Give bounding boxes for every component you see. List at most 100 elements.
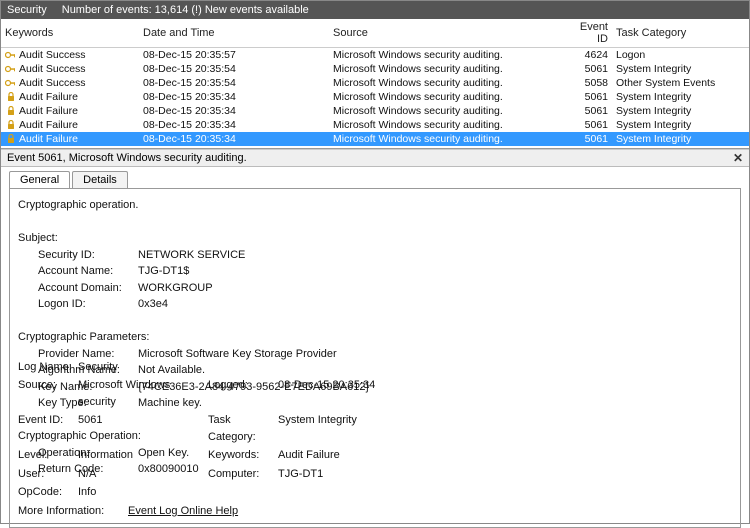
row-keywords: Audit Success — [19, 63, 86, 75]
row-keywords: Audit Success — [19, 49, 86, 61]
event-count: Number of events: 13,614 (!) New events … — [62, 4, 309, 16]
task-category-value: System Integrity — [278, 412, 398, 445]
account-domain-label: Account Domain: — [38, 280, 138, 297]
security-id-label: Security ID: — [38, 247, 138, 264]
row-source: Microsoft Windows security auditing. — [329, 76, 574, 90]
tab-general[interactable]: General — [9, 171, 70, 188]
detail-panel: Cryptographic operation. Subject: Securi… — [9, 188, 741, 528]
row-keywords: Audit Success — [19, 77, 86, 89]
row-source: Microsoft Windows security auditing. — [329, 62, 574, 76]
log-name: Security — [78, 359, 208, 376]
opcode-value: Info — [78, 484, 208, 501]
row-source: Microsoft Windows security auditing. — [329, 132, 574, 146]
user-label: User: — [18, 466, 78, 483]
log-title: Security — [7, 4, 47, 16]
row-keywords: Audit Failure — [19, 91, 78, 103]
log-name-label: Log Name: — [18, 359, 78, 376]
event-id-label: Event ID: — [18, 412, 78, 445]
event-properties: Log Name:Security Source:Microsoft Windo… — [18, 359, 732, 520]
source-value: Microsoft Windows security — [78, 377, 208, 410]
desc-title: Cryptographic operation. — [18, 197, 732, 214]
lock-icon — [5, 120, 17, 130]
table-row[interactable]: Audit Failure 08-Dec-15 20:35:34Microsoft… — [1, 104, 749, 118]
keywords-fld-value: Audit Failure — [278, 447, 398, 464]
table-row[interactable]: Audit Failure 08-Dec-15 20:35:34Microsoft… — [1, 118, 749, 132]
source-label: Source: — [18, 377, 78, 410]
column-headers[interactable]: Keywords Date and Time Source Event ID T… — [1, 19, 749, 48]
row-eventid: 5061 — [574, 104, 612, 118]
tab-details[interactable]: Details — [72, 171, 128, 188]
row-datetime: 08-Dec-15 20:35:54 — [139, 62, 329, 76]
opcode-label: OpCode: — [18, 484, 78, 501]
row-category: System Integrity — [612, 118, 749, 132]
table-row[interactable]: Audit Success 08-Dec-15 20:35:54Microsoft… — [1, 76, 749, 90]
row-eventid: 5061 — [574, 118, 612, 132]
user-value: N/A — [78, 466, 208, 483]
row-category: System Integrity — [612, 132, 749, 146]
table-row[interactable]: Audit Failure 08-Dec-15 20:35:34Microsoft… — [1, 90, 749, 104]
account-name: TJG-DT1$ — [138, 263, 189, 280]
logged-label: Logged: — [208, 377, 278, 410]
lock-icon — [5, 106, 17, 116]
col-eventid[interactable]: Event ID — [574, 19, 612, 48]
row-eventid: 5061 — [574, 132, 612, 146]
account-name-label: Account Name: — [38, 263, 138, 280]
row-datetime: 08-Dec-15 20:35:34 — [139, 104, 329, 118]
row-keywords: Audit Failure — [19, 119, 78, 131]
event-id-value: 5061 — [78, 412, 208, 445]
row-category: Other System Events — [612, 76, 749, 90]
key-icon — [5, 78, 17, 88]
logon-id: 0x3e4 — [138, 296, 168, 313]
row-eventid: 4624 — [574, 48, 612, 63]
keywords-fld-label: Keywords: — [208, 447, 278, 464]
account-domain: WORKGROUP — [138, 280, 213, 297]
crypto-params-heading: Cryptographic Parameters: — [18, 329, 732, 346]
col-datetime[interactable]: Date and Time — [139, 19, 329, 48]
table-row[interactable]: Audit Success 08-Dec-15 20:35:57Microsoft… — [1, 48, 749, 63]
task-category-label: Task Category: — [208, 412, 278, 445]
row-source: Microsoft Windows security auditing. — [329, 90, 574, 104]
row-category: System Integrity — [612, 90, 749, 104]
detail-header: Event 5061, Microsoft Windows security a… — [1, 149, 749, 167]
key-icon — [5, 64, 17, 74]
table-row[interactable]: Audit Success 08-Dec-15 20:35:54Microsoft… — [1, 62, 749, 76]
event-table: Keywords Date and Time Source Event ID T… — [1, 19, 749, 149]
row-source: Microsoft Windows security auditing. — [329, 48, 574, 63]
computer-value: TJG-DT1 — [278, 466, 398, 483]
more-info-link[interactable]: Event Log Online Help — [128, 503, 398, 520]
title-bar: Security Number of events: 13,614 (!) Ne… — [1, 1, 749, 19]
row-keywords: Audit Failure — [19, 133, 78, 145]
col-category[interactable]: Task Category — [612, 19, 749, 48]
row-source: Microsoft Windows security auditing. — [329, 104, 574, 118]
subject-heading: Subject: — [18, 230, 732, 247]
logon-id-label: Logon ID: — [38, 296, 138, 313]
level-label: Level: — [18, 447, 78, 464]
computer-label: Computer: — [208, 466, 278, 483]
row-datetime: 08-Dec-15 20:35:34 — [139, 118, 329, 132]
close-icon[interactable]: ✕ — [733, 151, 743, 165]
detail-title: Event 5061, Microsoft Windows security a… — [7, 152, 247, 164]
col-keywords[interactable]: Keywords — [1, 19, 139, 48]
table-row[interactable]: Audit Failure 08-Dec-15 20:35:34Microsoft… — [1, 132, 749, 146]
row-datetime: 08-Dec-15 20:35:34 — [139, 90, 329, 104]
lock-icon — [5, 134, 17, 144]
tab-strip: General Details — [1, 167, 749, 188]
row-eventid: 5058 — [574, 76, 612, 90]
row-datetime: 08-Dec-15 20:35:34 — [139, 132, 329, 146]
row-source: Microsoft Windows security auditing. — [329, 118, 574, 132]
row-datetime: 08-Dec-15 20:35:54 — [139, 76, 329, 90]
security-id: NETWORK SERVICE — [138, 247, 245, 264]
row-eventid: 5061 — [574, 62, 612, 76]
col-source[interactable]: Source — [329, 19, 574, 48]
row-category: Logon — [612, 48, 749, 63]
row-category: System Integrity — [612, 104, 749, 118]
row-eventid: 5061 — [574, 90, 612, 104]
level-value: Information — [78, 447, 208, 464]
row-datetime: 08-Dec-15 20:35:57 — [139, 48, 329, 63]
row-keywords: Audit Failure — [19, 105, 78, 117]
row-category: System Integrity — [612, 62, 749, 76]
key-icon — [5, 50, 17, 60]
lock-icon — [5, 92, 17, 102]
event-list[interactable]: Keywords Date and Time Source Event ID T… — [1, 19, 749, 149]
logged-value: 08-Dec-15 20:35:34 — [278, 377, 398, 410]
